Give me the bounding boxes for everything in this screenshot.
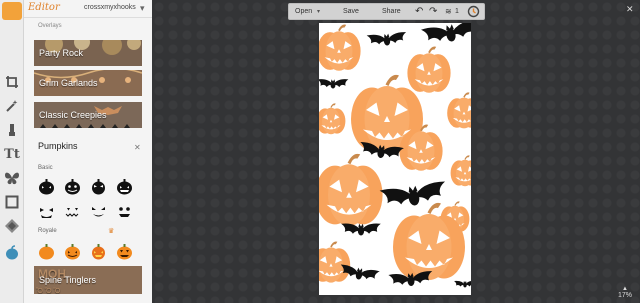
face-sticker[interactable]: [38, 203, 55, 220]
zoom-indicator[interactable]: ▲ 17%: [616, 286, 634, 299]
overlays-panel: Editor crossxmyxhooks ▾ Overlays Party R…: [24, 0, 152, 303]
crop-icon[interactable]: [2, 72, 22, 92]
frame-icon[interactable]: [2, 192, 22, 212]
group-label-royale: Royale: [38, 228, 57, 234]
pumpkin-sticker[interactable]: [38, 243, 55, 260]
undo-icon[interactable]: ↶: [415, 6, 423, 17]
image-canvas[interactable]: [319, 23, 471, 295]
collection-grim-garlands[interactable]: Grim Garlands: [34, 70, 142, 96]
redo-icon[interactable]: ↷: [429, 6, 437, 17]
collection-title: Pumpkins: [38, 141, 78, 151]
section-label: Overlays: [38, 23, 62, 29]
zoom-level: 17%: [617, 292, 632, 299]
chevron-down-icon[interactable]: ▾: [317, 8, 320, 15]
pumpkin-sticker[interactable]: [64, 178, 81, 195]
face-sticker[interactable]: [116, 203, 133, 220]
collection-classic-creepies[interactable]: Classic Creepies: [34, 102, 142, 128]
open-button[interactable]: Open: [295, 8, 312, 15]
history-icon[interactable]: [467, 5, 480, 20]
share-button[interactable]: Share: [382, 8, 401, 15]
tool-rail: Tt: [0, 0, 24, 303]
face-sticker[interactable]: [64, 203, 81, 220]
brand-title: Editor: [28, 2, 60, 13]
top-toolbar: Open ▾ Save Share ↶ ↷ ≋ 1: [288, 3, 485, 20]
face-sticker[interactable]: [90, 203, 107, 220]
group-label-basic: Basic: [38, 165, 53, 171]
crown-icon: ♛: [108, 228, 115, 235]
butterfly-icon[interactable]: [2, 168, 22, 188]
panel-header: Editor crossxmyxhooks ▾: [24, 0, 152, 18]
pumpkin-sticker[interactable]: [64, 243, 81, 260]
svg-text:Ὅ Ὅ Ὅ: Ὅ Ὅ Ὅ: [36, 288, 61, 294]
close-icon[interactable]: ✕: [134, 143, 141, 152]
chevron-down-icon[interactable]: ▾: [140, 3, 145, 14]
pumpkin-sticker[interactable]: [116, 178, 133, 195]
pumpkin-sticker[interactable]: [90, 178, 107, 195]
pumpkin-sticker[interactable]: [90, 243, 107, 260]
close-icon[interactable]: ✕: [626, 4, 634, 15]
save-button[interactable]: Save: [343, 8, 359, 15]
texture-icon[interactable]: [2, 216, 22, 236]
text-icon[interactable]: Tt: [2, 144, 22, 164]
collection-party-rock[interactable]: Party Rock: [34, 40, 142, 66]
layer-count: 1: [455, 8, 459, 15]
pumpkin-sticker[interactable]: [38, 178, 55, 195]
layers-icon[interactable]: ≋: [445, 7, 452, 16]
brush-icon[interactable]: [2, 120, 22, 140]
pumpkin-sticker[interactable]: [116, 243, 133, 260]
app-logo: [2, 2, 22, 20]
user-menu[interactable]: crossxmyxhooks: [84, 4, 136, 11]
apple-icon[interactable]: [2, 242, 22, 262]
collection-spine-tinglers[interactable]: MOH Ὅ Ὅ Ὅ Spine Tinglers: [34, 266, 142, 294]
magic-wand-icon[interactable]: [2, 96, 22, 116]
